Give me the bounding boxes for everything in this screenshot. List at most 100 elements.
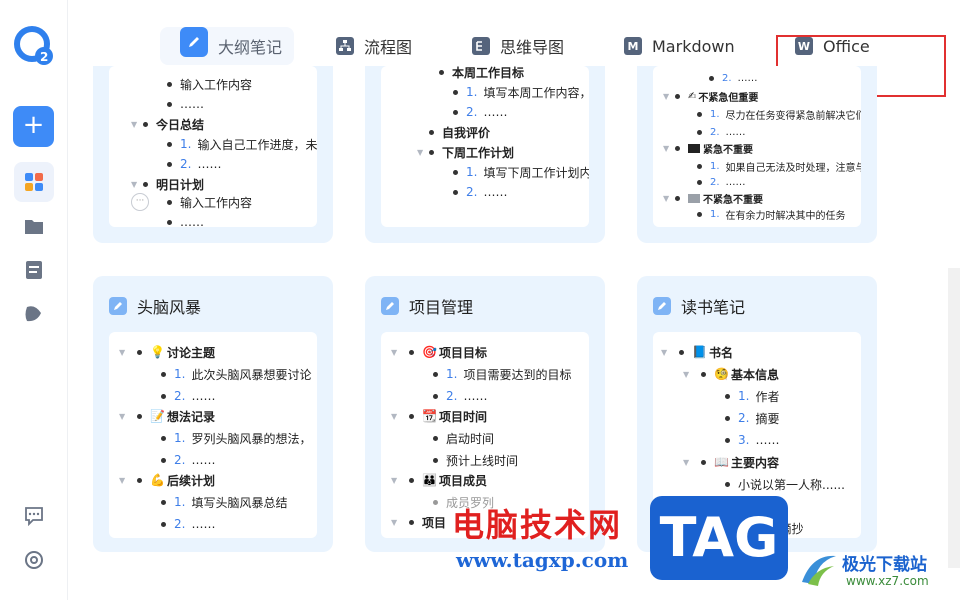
outline-text: 紧急不重要 <box>703 144 753 156</box>
list-number: 1. <box>174 367 186 381</box>
outline-text: …… <box>197 157 222 171</box>
list-number: 2. <box>710 176 720 188</box>
tab-markdown[interactable]: M Markdown <box>624 27 735 65</box>
list-number: 3. <box>738 433 750 447</box>
more-icon[interactable]: ··· <box>131 193 149 211</box>
outline-text: 在有余力时解决其中的任务 <box>725 210 846 222</box>
watermark-site-logo: 极光下载站 www.xz7.com <box>798 548 958 594</box>
template-card-daily-report[interactable]: 输入工作内容 …… ▼ 今日总结 1. 输入自己工作进度，未完 2.…… ▼ 明日计划… <box>93 66 333 243</box>
note-pen-icon <box>109 297 127 315</box>
list-number: 2. <box>180 157 192 171</box>
list-number: 2. <box>466 185 478 199</box>
target-icon: 🎯 <box>422 345 437 359</box>
card-title: 项目管理 <box>381 294 473 318</box>
card-preview: 2.…… ▼ ✍ 不紧急但重要 1. 尽力在任务变得紧急前解决它们 2.…… ▼ 紧急不… <box>653 66 861 227</box>
list-number: 2. <box>174 517 186 531</box>
list-number: 2. <box>466 105 478 119</box>
light-bulb-icon: 💡 <box>150 345 165 359</box>
sidebar: 2 + <box>0 0 68 600</box>
outline-text: …… <box>483 105 508 119</box>
list-number: 2. <box>738 411 750 425</box>
writing-hand-icon: ✍ <box>688 90 697 102</box>
outline-text: …… <box>725 126 746 138</box>
outline-text: …… <box>191 389 216 403</box>
template-card-weekly-report[interactable]: 本周工作目标 1.填写本周工作内容，例 2.…… 自我评价 ▼下周工作计划 1.… <box>365 66 605 243</box>
outline-text: 小说以第一人称...... <box>738 477 845 492</box>
svg-text:2: 2 <box>40 50 48 64</box>
card-title-text: 头脑风暴 <box>137 298 202 317</box>
monitor-icon <box>688 193 700 203</box>
settings-icon[interactable] <box>14 540 54 580</box>
outline-text: 预计上线时间 <box>446 453 519 468</box>
list-number: 1. <box>174 495 186 509</box>
outline-text: …… <box>180 215 204 227</box>
template-card-priority-matrix[interactable]: 2.…… ▼ ✍ 不紧急但重要 1. 尽力在任务变得紧急前解决它们 2.…… ▼ 紧急不… <box>637 66 877 243</box>
memo-icon: 📝 <box>150 409 165 423</box>
outline-text: …… <box>755 433 780 447</box>
outline-text: 填写本周工作内容，例 <box>483 85 589 100</box>
watermark-text: 电脑技术网 <box>452 506 623 544</box>
card-preview: 输入工作内容 …… ▼ 今日总结 1. 输入自己工作进度，未完 2.…… ▼ 明日计划… <box>109 66 317 227</box>
calendar-icon: 📆 <box>422 409 437 423</box>
markdown-icon: M <box>624 37 642 55</box>
outline-text: 项目成员 <box>438 473 487 488</box>
list-number: 1. <box>710 208 720 220</box>
list-number: 2. <box>722 72 732 84</box>
tab-outline-notes[interactable]: 大纲笔记 <box>160 27 294 65</box>
card-title: 读书笔记 <box>653 294 745 318</box>
outline-text: …… <box>725 176 746 188</box>
card-title-text: 项目管理 <box>409 298 474 317</box>
outline-text: 本周工作目标 <box>452 66 525 80</box>
list-number: 1. <box>466 165 478 179</box>
outline-text: 主要内容 <box>730 455 779 470</box>
outline-text: …… <box>191 517 216 531</box>
outline-text: 项目时间 <box>438 409 487 424</box>
mindmap-icon <box>472 37 490 55</box>
family-icon: 👪 <box>422 473 437 487</box>
scrollbar[interactable] <box>948 268 960 568</box>
watermark-site-name: 极光下载站 <box>842 555 927 575</box>
list-number: 2. <box>174 389 186 403</box>
list-number: 1. <box>710 160 720 172</box>
tab-label: 大纲笔记 <box>218 38 283 57</box>
template-card-brainstorm[interactable]: 头脑风暴 ▼ 💡 讨论主题 1. 此次头脑风暴想要讨论 2.…… ▼ 📝 想法记录 1. 罗… <box>93 276 333 552</box>
app-logo-icon: 2 <box>14 26 53 65</box>
templates-icon[interactable] <box>14 162 54 202</box>
outline-text: 项目需要达到的目标 <box>463 367 572 382</box>
monitor-icon <box>688 143 700 153</box>
tab-label: 思维导图 <box>500 38 565 57</box>
list-number: 1. <box>466 85 478 99</box>
app-window: 2 + 大纲笔记 流程图 思维导图 M Markdown W Office 输入… <box>0 0 960 600</box>
outline-text: 启动时间 <box>446 431 495 446</box>
list-number: 2. <box>446 389 458 403</box>
note-pen-icon <box>653 297 671 315</box>
outline-text: 罗列头脑风暴的想法， <box>191 431 312 446</box>
tab-label: Markdown <box>652 36 735 56</box>
blue-book-icon: 📘 <box>692 345 707 359</box>
new-button[interactable]: + <box>13 106 54 147</box>
tab-mindmap[interactable]: 思维导图 <box>472 27 564 65</box>
list-number: 1. <box>738 389 750 403</box>
card-title-text: 读书笔记 <box>681 298 746 317</box>
document-icon[interactable] <box>14 250 54 290</box>
outline-text: …… <box>191 453 216 467</box>
tab-label: 流程图 <box>364 38 413 57</box>
watermark-tag-logo: TAG <box>650 496 788 580</box>
outline-text: 项目 <box>422 515 447 530</box>
tag-icon[interactable] <box>14 294 54 334</box>
outline-text: …… <box>180 97 204 111</box>
list-number: 1. <box>446 367 458 381</box>
outline-text: 输入自己工作进度，未完 <box>197 137 317 152</box>
outline-text: 书名 <box>708 345 733 360</box>
watermark-site-url: www.xz7.com <box>846 574 929 588</box>
outline-text: 填写下周工作计划内容 <box>483 165 589 180</box>
tab-flowchart[interactable]: 流程图 <box>336 27 412 65</box>
list-number: 2. <box>710 126 720 138</box>
watermark-url: www.tagxp.com <box>456 548 629 572</box>
outline-text: 填写头脑风暴总结 <box>191 495 288 510</box>
outline-text: 明日计划 <box>156 177 205 192</box>
feedback-icon[interactable] <box>14 496 54 536</box>
list-number: 1. <box>710 108 720 120</box>
folder-icon[interactable] <box>14 206 54 246</box>
outline-text: 作者 <box>755 389 780 404</box>
